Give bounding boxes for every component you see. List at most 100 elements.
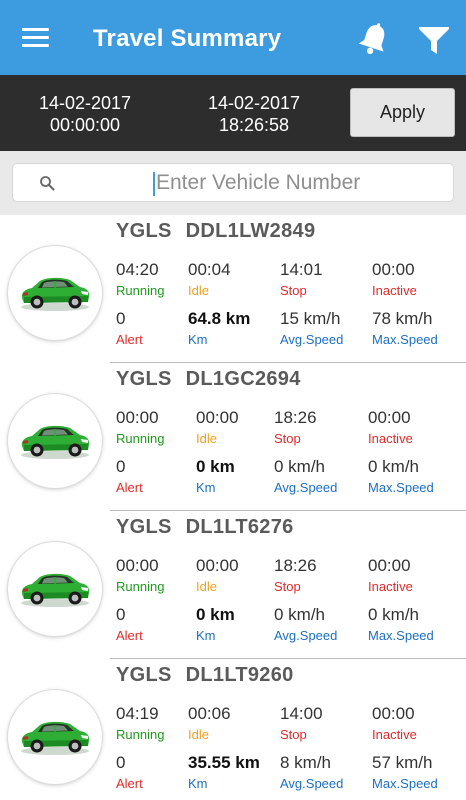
apply-button[interactable]: Apply <box>350 88 455 137</box>
max-speed-stat: 78 km/h Max.Speed <box>372 309 438 348</box>
max-speed-value: 0 km/h <box>368 457 420 476</box>
inactive-value: 00:00 <box>372 704 415 723</box>
stop-stat: 18:26 Stop <box>274 556 317 595</box>
vehicle-card[interactable]: YGLS DL1LT9260 04:19 Running 00:06 Idle 1… <box>0 659 466 800</box>
avg-speed-stat: 8 km/h Avg.Speed <box>280 753 343 792</box>
stop-value: 18:26 <box>274 556 317 575</box>
car-icon <box>21 277 90 311</box>
avg-speed-value: 0 km/h <box>274 605 326 624</box>
idle-stat: 00:00 Idle <box>196 556 239 595</box>
km-stat: 64.8 km Km <box>188 309 250 348</box>
to-time: 18:26:58 <box>218 115 290 135</box>
vehicle-prefix: YGLS <box>116 664 172 686</box>
alert-label: Alert <box>116 480 143 495</box>
to-date: 14-02-2017 <box>207 93 301 113</box>
km-value: 35.55 km <box>188 753 260 772</box>
running-value: 04:20 <box>116 260 159 279</box>
vehicle-title: YGLS DL1LT9260 <box>116 664 294 687</box>
running-label: Running <box>116 431 165 446</box>
avg-speed-label: Avg.Speed <box>280 776 344 791</box>
vehicle-prefix: YGLS <box>116 220 172 242</box>
km-label: Km <box>188 332 208 347</box>
km-stat: 0 km Km <box>196 457 235 496</box>
inactive-stat: 00:00 Inactive <box>372 704 417 743</box>
inactive-stat: 00:00 Inactive <box>368 556 413 595</box>
km-label: Km <box>196 480 216 495</box>
idle-label: Idle <box>196 579 217 594</box>
vehicle-card[interactable]: YGLS DL1LT6276 00:00 Running 00:00 Idle 1… <box>0 511 466 659</box>
to-date-picker[interactable]: 14-02-2017 18:26:58 <box>184 92 324 136</box>
stop-label: Stop <box>280 283 307 298</box>
max-speed-stat: 0 km/h Max.Speed <box>368 605 434 644</box>
idle-value: 00:00 <box>196 556 239 575</box>
avg-speed-label: Avg.Speed <box>274 480 338 495</box>
running-stat: 04:19 Running <box>116 704 164 743</box>
page-title: Travel Summary <box>93 25 282 52</box>
running-label: Running <box>116 727 165 742</box>
inactive-stat: 00:00 Inactive <box>372 260 417 299</box>
km-stat: 35.55 km Km <box>188 753 260 792</box>
max-speed-value: 78 km/h <box>372 309 433 328</box>
running-stat: 00:00 Running <box>116 408 164 447</box>
km-label: Km <box>196 628 216 643</box>
vehicle-search-input[interactable] <box>156 168 446 198</box>
alert-value: 0 <box>116 605 126 624</box>
km-value: 64.8 km <box>188 309 251 328</box>
alert-label: Alert <box>116 332 143 347</box>
running-value: 04:19 <box>116 704 159 723</box>
running-value: 00:00 <box>116 556 159 575</box>
alert-value: 0 <box>116 457 126 476</box>
running-stat: 00:00 Running <box>116 556 164 595</box>
inactive-label: Inactive <box>368 579 413 594</box>
max-speed-label: Max.Speed <box>372 332 438 347</box>
avg-speed-value: 15 km/h <box>280 309 341 328</box>
vehicle-list[interactable]: YGLS DDL1LW2849 04:20 Running 00:04 Idle … <box>0 215 466 800</box>
avg-speed-value: 0 km/h <box>274 457 326 476</box>
menu-icon[interactable] <box>22 28 49 48</box>
alert-stat: 0 Alert <box>116 605 143 644</box>
alert-label: Alert <box>116 776 143 791</box>
from-time: 00:00:00 <box>49 115 121 135</box>
vehicle-title: YGLS DL1LT6276 <box>116 516 294 539</box>
app-header: Travel Summary <box>0 0 466 75</box>
stop-value: 14:00 <box>280 704 323 723</box>
max-speed-label: Max.Speed <box>368 628 434 643</box>
from-date-picker[interactable]: 14-02-2017 00:00:00 <box>15 92 155 136</box>
vehicle-card[interactable]: YGLS DL1GC2694 00:00 Running 00:00 Idle 1… <box>0 363 466 511</box>
max-speed-value: 57 km/h <box>372 753 433 772</box>
vehicle-number: DL1LT6276 <box>185 516 294 538</box>
inactive-stat: 00:00 Inactive <box>368 408 413 447</box>
idle-stat: 00:04 Idle <box>188 260 231 299</box>
search-box[interactable] <box>12 163 454 202</box>
km-value: 0 km <box>196 457 235 476</box>
vehicle-title: YGLS DDL1LW2849 <box>116 220 315 243</box>
running-label: Running <box>116 579 165 594</box>
idle-stat: 00:06 Idle <box>188 704 231 743</box>
date-range-bar: 14-02-2017 00:00:00 14-02-2017 18:26:58 … <box>0 75 466 151</box>
inactive-label: Inactive <box>372 727 417 742</box>
alert-stat: 0 Alert <box>116 309 143 348</box>
search-icon <box>40 176 55 191</box>
inactive-value: 00:00 <box>372 260 415 279</box>
vehicle-card[interactable]: YGLS DDL1LW2849 04:20 Running 00:04 Idle … <box>0 215 466 363</box>
vehicle-title: YGLS DL1GC2694 <box>116 368 301 391</box>
vehicle-avatar <box>8 246 102 340</box>
stop-label: Stop <box>274 579 301 594</box>
avg-speed-stat: 0 km/h Avg.Speed <box>274 605 337 644</box>
avg-speed-value: 8 km/h <box>280 753 332 772</box>
idle-stat: 00:00 Idle <box>196 408 239 447</box>
vehicle-number: DL1GC2694 <box>185 368 301 390</box>
avg-speed-stat: 0 km/h Avg.Speed <box>274 457 337 496</box>
avg-speed-stat: 15 km/h Avg.Speed <box>280 309 343 348</box>
alert-stat: 0 Alert <box>116 457 143 496</box>
avg-speed-label: Avg.Speed <box>274 628 338 643</box>
idle-value: 00:06 <box>188 704 231 723</box>
alert-value: 0 <box>116 309 126 328</box>
stop-value: 18:26 <box>274 408 317 427</box>
bell-icon[interactable] <box>358 22 390 56</box>
vehicle-avatar <box>8 394 102 488</box>
idle-value: 00:04 <box>188 260 231 279</box>
inactive-value: 00:00 <box>368 556 411 575</box>
filter-icon[interactable] <box>418 24 450 56</box>
max-speed-stat: 57 km/h Max.Speed <box>372 753 438 792</box>
